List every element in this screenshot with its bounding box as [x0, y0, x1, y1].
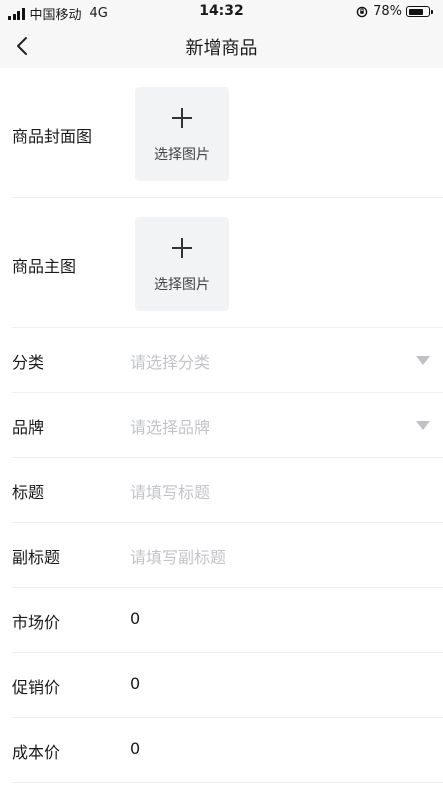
category-label: 分类 — [12, 353, 45, 372]
cost-price-row: 成本价 0 — [0, 718, 443, 782]
brand-label: 品牌 — [12, 418, 45, 437]
cost-price-label: 成本价 — [12, 743, 61, 762]
divider — [12, 782, 443, 783]
upload-text: 选择图片 — [154, 147, 210, 163]
product-form: 商品封面图 选择图片 商品主图 选择图片 分类 请选择分类 品牌 请选择品牌 标题 请填写… — [0, 68, 443, 783]
cost-price-input[interactable]: 0 — [130, 739, 400, 758]
main-image-upload-button[interactable]: 选择图片 — [135, 217, 229, 311]
main-image-row: 商品主图 选择图片 — [0, 198, 443, 327]
nav-bar: 新增商品 — [0, 24, 443, 68]
brand-select[interactable]: 请选择品牌 — [130, 414, 400, 438]
plus-icon — [172, 108, 192, 128]
battery-cap — [431, 9, 433, 14]
market-price-row: 市场价 0 — [0, 588, 443, 652]
promo-price-input[interactable]: 0 — [130, 674, 400, 693]
status-right: 78% — [356, 4, 433, 19]
caret-down-icon[interactable] — [416, 356, 430, 365]
upload-text: 选择图片 — [154, 277, 210, 293]
subtitle-label: 副标题 — [12, 548, 61, 567]
category-row: 分类 请选择分类 — [0, 328, 443, 392]
title-label: 标题 — [12, 483, 45, 502]
battery-percent: 78% — [373, 4, 402, 19]
market-price-input[interactable]: 0 — [130, 609, 400, 628]
caret-down-icon[interactable] — [416, 421, 430, 430]
promo-price-row: 促销价 0 — [0, 653, 443, 717]
main-image-label: 商品主图 — [12, 257, 77, 276]
plus-icon — [172, 238, 192, 258]
market-price-label: 市场价 — [12, 613, 61, 632]
field-list: 分类 请选择分类 品牌 请选择品牌 标题 请填写标题 副标题 请填写副标题 市场价 0 促销价 0 成本… — [0, 328, 443, 783]
battery-level — [408, 8, 423, 15]
cover-image-label: 商品封面图 — [12, 127, 93, 146]
cover-image-upload-button[interactable]: 选择图片 — [135, 87, 229, 181]
brand-row: 品牌 请选择品牌 — [0, 393, 443, 457]
subtitle-row: 副标题 请填写副标题 — [0, 523, 443, 587]
category-select[interactable]: 请选择分类 — [130, 349, 400, 373]
page-title: 新增商品 — [185, 38, 258, 59]
status-bar: 中国移动 4G 14:32 78% — [0, 0, 443, 24]
cover-image-row: 商品封面图 选择图片 — [0, 68, 443, 197]
subtitle-input[interactable]: 请填写副标题 — [130, 544, 400, 568]
title-row: 标题 请填写标题 — [0, 458, 443, 522]
promo-price-label: 促销价 — [12, 678, 61, 697]
title-input[interactable]: 请填写标题 — [130, 479, 400, 503]
battery-icon — [406, 6, 430, 17]
orientation-lock-icon — [356, 6, 368, 17]
